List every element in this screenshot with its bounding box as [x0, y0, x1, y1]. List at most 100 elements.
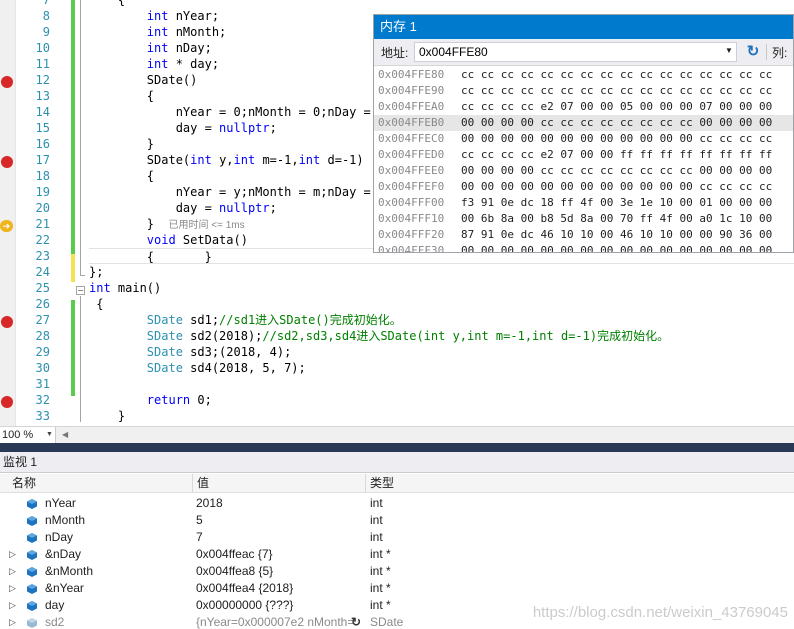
watch-window[interactable]: 监视 1 名称 值 类型 nYear 2018 int nMonth 5 int nDay 7…	[0, 452, 794, 629]
code-line[interactable]: SDate sd2(2018);//sd2,sd3,sd4进入SDate(int…	[89, 328, 794, 344]
code-line[interactable]: }	[89, 408, 794, 424]
breakpoint-icon[interactable]	[1, 316, 13, 328]
watch-value[interactable]: 7	[196, 529, 364, 546]
memory-window[interactable]: 内存 1 地址: 0x004FFE80 ▼ ↻ 列: 0x004FFE80 cc …	[373, 14, 794, 253]
watch-window-title[interactable]: 监视 1	[0, 452, 794, 473]
watch-value[interactable]: 2018	[196, 495, 364, 512]
watch-row[interactable]: nDay 7 int	[0, 529, 794, 546]
watch-name[interactable]: &nMonth	[45, 563, 93, 580]
toolbar-divider	[766, 44, 767, 60]
code-line[interactable]: };	[89, 264, 794, 280]
code-line[interactable]: SDate sd3;(2018, 4);	[89, 344, 794, 360]
column-divider[interactable]	[365, 474, 366, 493]
memory-bytes[interactable]: cc cc cc cc cc cc cc cc cc cc cc cc cc c…	[461, 67, 772, 83]
refresh-icon[interactable]: ↻	[743, 42, 763, 62]
memory-row[interactable]: 0x004FFEF0 00 00 00 00 00 00 00 00 00 00 …	[374, 179, 793, 195]
line-number: 28	[35, 329, 50, 343]
watch-name[interactable]: nYear	[45, 495, 76, 512]
watch-row[interactable]: ▷ &nMonth 0x004ffea8 {5} int *	[0, 563, 794, 580]
code-line[interactable]: return 0;	[89, 392, 794, 408]
refresh-icon[interactable]: ↻	[351, 614, 361, 629]
code-line[interactable]: {	[89, 0, 794, 8]
line-number: 13	[35, 89, 50, 103]
memory-bytes[interactable]: 00 00 00 00 00 00 00 00 00 00 00 00 00 0…	[461, 243, 772, 252]
chevron-down-icon[interactable]: ▼	[724, 45, 734, 57]
memory-row[interactable]: 0x004FFEE0 00 00 00 00 cc cc cc cc cc cc …	[374, 163, 793, 179]
memory-bytes[interactable]: 00 00 00 00 00 00 00 00 00 00 00 00 cc c…	[461, 179, 772, 195]
memory-toolbar: 地址: 0x004FFE80 ▼ ↻ 列:	[374, 39, 793, 66]
memory-row[interactable]: 0x004FFF00 f3 91 0e dc 18 ff 4f 00 3e 1e …	[374, 195, 793, 211]
memory-bytes[interactable]: 87 91 0e dc 46 10 10 00 46 10 10 00 00 9…	[461, 227, 772, 243]
expand-arrow-icon[interactable]: ▷	[9, 580, 16, 597]
watch-row[interactable]: ▷ &nDay 0x004ffeac {7} int *	[0, 546, 794, 563]
code-token: nYear = 0;nMonth = 0;nDay = 0;	[89, 105, 393, 119]
memory-row[interactable]: 0x004FFEB0 00 00 00 00 cc cc cc cc cc cc …	[374, 115, 793, 131]
columns-label[interactable]: 列:	[772, 44, 787, 61]
breakpoint-icon[interactable]	[1, 396, 13, 408]
breakpoint-icon[interactable]	[1, 156, 13, 168]
memory-row[interactable]: 0x004FFE90 cc cc cc cc cc cc cc cc cc cc …	[374, 83, 793, 99]
memory-bytes[interactable]: f3 91 0e dc 18 ff 4f 00 3e 1e 10 00 01 0…	[461, 195, 772, 211]
code-line[interactable]: int main()	[89, 280, 794, 296]
address-input[interactable]: 0x004FFE80	[414, 42, 737, 62]
memory-bytes[interactable]: cc cc cc cc e2 07 00 00 05 00 00 00 07 0…	[461, 99, 772, 115]
column-divider[interactable]	[192, 474, 193, 493]
watch-name[interactable]: day	[45, 597, 64, 614]
watch-value[interactable]: 5	[196, 512, 364, 529]
collapse-toggle-icon[interactable]: −	[76, 286, 85, 295]
watch-name[interactable]: nMonth	[45, 512, 85, 529]
code-line[interactable]: SDate sd4(2018, 5, 7);	[89, 360, 794, 376]
editor-status-bar: 100 % ▼ ◀	[0, 426, 794, 443]
memory-row[interactable]: 0x004FFE80 cc cc cc cc cc cc cc cc cc cc …	[374, 67, 793, 83]
expand-arrow-icon[interactable]: ▷	[9, 563, 16, 580]
watch-value[interactable]: {nYear=0x000007e2 nMonth=	[196, 614, 364, 629]
line-number: 16	[35, 137, 50, 151]
watch-value[interactable]: 0x004ffea8 {5}	[196, 563, 364, 580]
memory-row[interactable]: 0x004FFEC0 00 00 00 00 00 00 00 00 00 00 …	[374, 131, 793, 147]
watch-name[interactable]: &nDay	[45, 546, 81, 563]
memory-row[interactable]: 0x004FFF10 00 6b 8a 00 b8 5d 8a 00 70 ff …	[374, 211, 793, 227]
watch-name[interactable]: sd2	[45, 614, 64, 629]
watch-value[interactable]: 0x004ffea4 {2018}	[196, 580, 364, 597]
code-line[interactable]	[89, 376, 794, 392]
column-header-value[interactable]: 值	[197, 474, 209, 493]
watch-type: int	[370, 513, 383, 527]
column-header-type[interactable]: 类型	[370, 474, 394, 493]
code-token: nDay;	[168, 41, 212, 55]
memory-bytes[interactable]: 00 00 00 00 cc cc cc cc cc cc cc cc 00 0…	[461, 115, 772, 131]
watch-row[interactable]: nYear 2018 int	[0, 495, 794, 512]
memory-bytes[interactable]: cc cc cc cc cc cc cc cc cc cc cc cc cc c…	[461, 83, 772, 99]
code-line[interactable]: {	[89, 296, 794, 312]
memory-row[interactable]: 0x004FFED0 cc cc cc cc e2 07 00 00 ff ff …	[374, 147, 793, 163]
code-line[interactable]: SDate sd1;//sd1进入SDate()完成初始化。	[89, 312, 794, 328]
line-number: 24	[35, 265, 50, 279]
code-token: day =	[89, 201, 220, 215]
breakpoint-icon[interactable]	[1, 76, 13, 88]
scroll-left-icon[interactable]: ◀	[62, 427, 68, 443]
memory-bytes[interactable]: cc cc cc cc e2 07 00 00 ff ff ff ff ff f…	[461, 147, 772, 163]
window-splitter[interactable]	[0, 443, 794, 452]
watch-name[interactable]: nDay	[45, 529, 73, 546]
watch-row[interactable]: nMonth 5 int	[0, 512, 794, 529]
outline-guide	[80, 296, 81, 422]
code-token: int	[298, 153, 321, 167]
watch-value[interactable]: 0x00000000 {???}	[196, 597, 364, 614]
memory-row[interactable]: 0x004FFF30 00 00 00 00 00 00 00 00 00 00 …	[374, 243, 793, 252]
column-header-name[interactable]: 名称	[12, 474, 36, 493]
editor-gutter[interactable]: 7 8 9 10 11 12 13 14 15 16 17 18 19 20 21 22 23 24 25 26 27 2…	[0, 0, 85, 426]
chevron-down-icon[interactable]: ▼	[46, 427, 53, 443]
expand-arrow-icon[interactable]: ▷	[9, 546, 16, 563]
watch-row[interactable]: ▷ &nYear 0x004ffea4 {2018} int *	[0, 580, 794, 597]
breakpoint-margin[interactable]	[0, 0, 16, 426]
memory-row[interactable]: 0x004FFF20 87 91 0e dc 46 10 10 00 46 10 …	[374, 227, 793, 243]
expand-arrow-icon[interactable]: ▷	[9, 597, 16, 614]
watch-value[interactable]: 0x004ffeac {7}	[196, 546, 364, 563]
expand-arrow-icon[interactable]: ▷	[9, 614, 16, 629]
memory-window-title[interactable]: 内存 1	[374, 15, 793, 39]
memory-row[interactable]: 0x004FFEA0 cc cc cc cc e2 07 00 00 05 00 …	[374, 99, 793, 115]
watch-name[interactable]: &nYear	[45, 580, 84, 597]
memory-bytes[interactable]: 00 00 00 00 00 00 00 00 00 00 00 00 cc c…	[461, 131, 772, 147]
memory-bytes[interactable]: 00 00 00 00 cc cc cc cc cc cc cc cc 00 0…	[461, 163, 772, 179]
memory-bytes[interactable]: 00 6b 8a 00 b8 5d 8a 00 70 ff 4f 00 a0 1…	[461, 211, 772, 227]
